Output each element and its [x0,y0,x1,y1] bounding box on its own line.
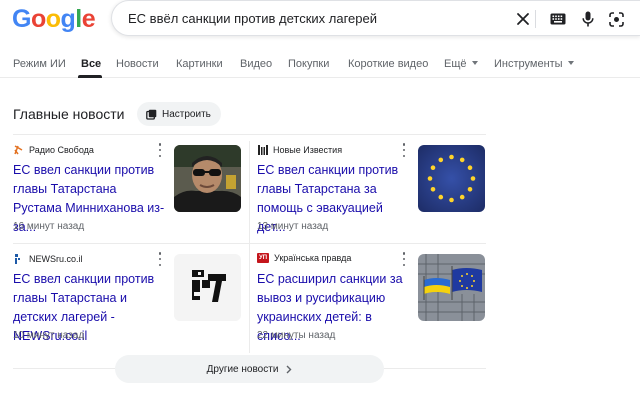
news-source: Новые Известия [257,144,342,155]
news-source: NEWSru.co.il [13,253,83,264]
microphone-icon[interactable] [578,9,598,29]
customize-icon [146,109,157,120]
news-thumbnail[interactable] [418,254,485,321]
news-thumbnail[interactable] [174,254,241,321]
news-card[interactable]: NEWSru.co.il ЕС ввел санкции против глав… [13,244,243,348]
news-card[interactable]: Радио Свобода ЕС ввел санкции против гла… [13,135,243,239]
logo-letter: e [81,5,96,33]
chevron-down-icon [471,61,478,65]
radio-svoboda-icon [13,144,24,155]
flags-building-image [418,254,485,321]
more-options-icon[interactable] [401,252,407,266]
news-time: 16 минут назад [13,221,85,232]
top-stories-title: Главные новости [13,106,125,122]
news-time: 22 минуты назад [257,330,336,341]
newsru-icon [13,253,24,264]
more-options-icon[interactable] [401,143,407,157]
news-card[interactable]: УП Українська правда ЕС расширил санкции… [257,244,487,348]
tab-shopping[interactable]: Покупки [288,58,329,70]
search-input[interactable]: ЕС ввёл санкции против детских лагерей [128,11,377,26]
tab-tools-label: Инструменты [494,58,563,70]
keyboard-icon[interactable] [548,9,568,29]
search-tabs: Режим ИИ Все Новости Картинки Видео Поку… [0,52,640,78]
news-source-name: Новые Известия [273,144,343,155]
eu-flag-image [418,145,485,212]
pravda-icon: УП [257,253,269,263]
newsru-logo-image [174,254,241,321]
news-thumbnail[interactable] [418,145,485,212]
logo-letter: G [12,5,31,33]
more-news-button[interactable]: Другие новости [115,355,384,383]
tab-news[interactable]: Новости [116,58,159,70]
logo-letter: o [45,5,61,33]
news-source: УП Українська правда [257,253,351,263]
more-options-icon[interactable] [157,252,163,266]
search-divider [535,10,536,28]
tab-images[interactable]: Картинки [176,58,223,70]
news-card[interactable]: Новые Известия ЕС ввел санкции против гл… [257,135,487,239]
divider [249,141,250,353]
tab-videos[interactable]: Видео [240,58,272,70]
logo-letter: g [60,5,76,33]
customize-button[interactable]: Настроить [137,102,221,126]
more-options-icon[interactable] [157,143,163,157]
tab-more[interactable]: Ещё [444,58,478,70]
tab-more-label: Ещё [444,58,467,70]
chevron-down-icon [567,61,574,65]
news-thumbnail[interactable] [174,145,241,212]
news-time: 13 минут назад [257,221,329,232]
active-tab-indicator [78,75,102,78]
news-source-name: NEWSru.co.il [29,253,83,264]
clear-icon[interactable] [513,9,533,29]
tab-all[interactable]: Все [81,58,101,70]
tab-tools[interactable]: Инструменты [494,58,574,70]
lens-icon[interactable] [606,9,626,29]
search-box[interactable]: ЕС ввёл санкции против детских лагерей [111,0,640,36]
chevron-right-icon [286,365,292,373]
more-news-label: Другие новости [206,363,279,375]
news-source-name: Радио Свобода [29,144,94,155]
logo-letter: o [30,5,46,33]
news-time: 10 минут назад [13,330,85,341]
novye-izvestia-icon [257,144,268,155]
google-logo[interactable]: Google [12,5,96,34]
customize-label: Настроить [162,108,211,120]
tab-ai-mode[interactable]: Режим ИИ [13,58,66,70]
news-source: Радио Свобода [13,144,94,155]
news-source-name: Українська правда [274,253,352,263]
tab-short-videos[interactable]: Короткие видео [348,58,428,70]
